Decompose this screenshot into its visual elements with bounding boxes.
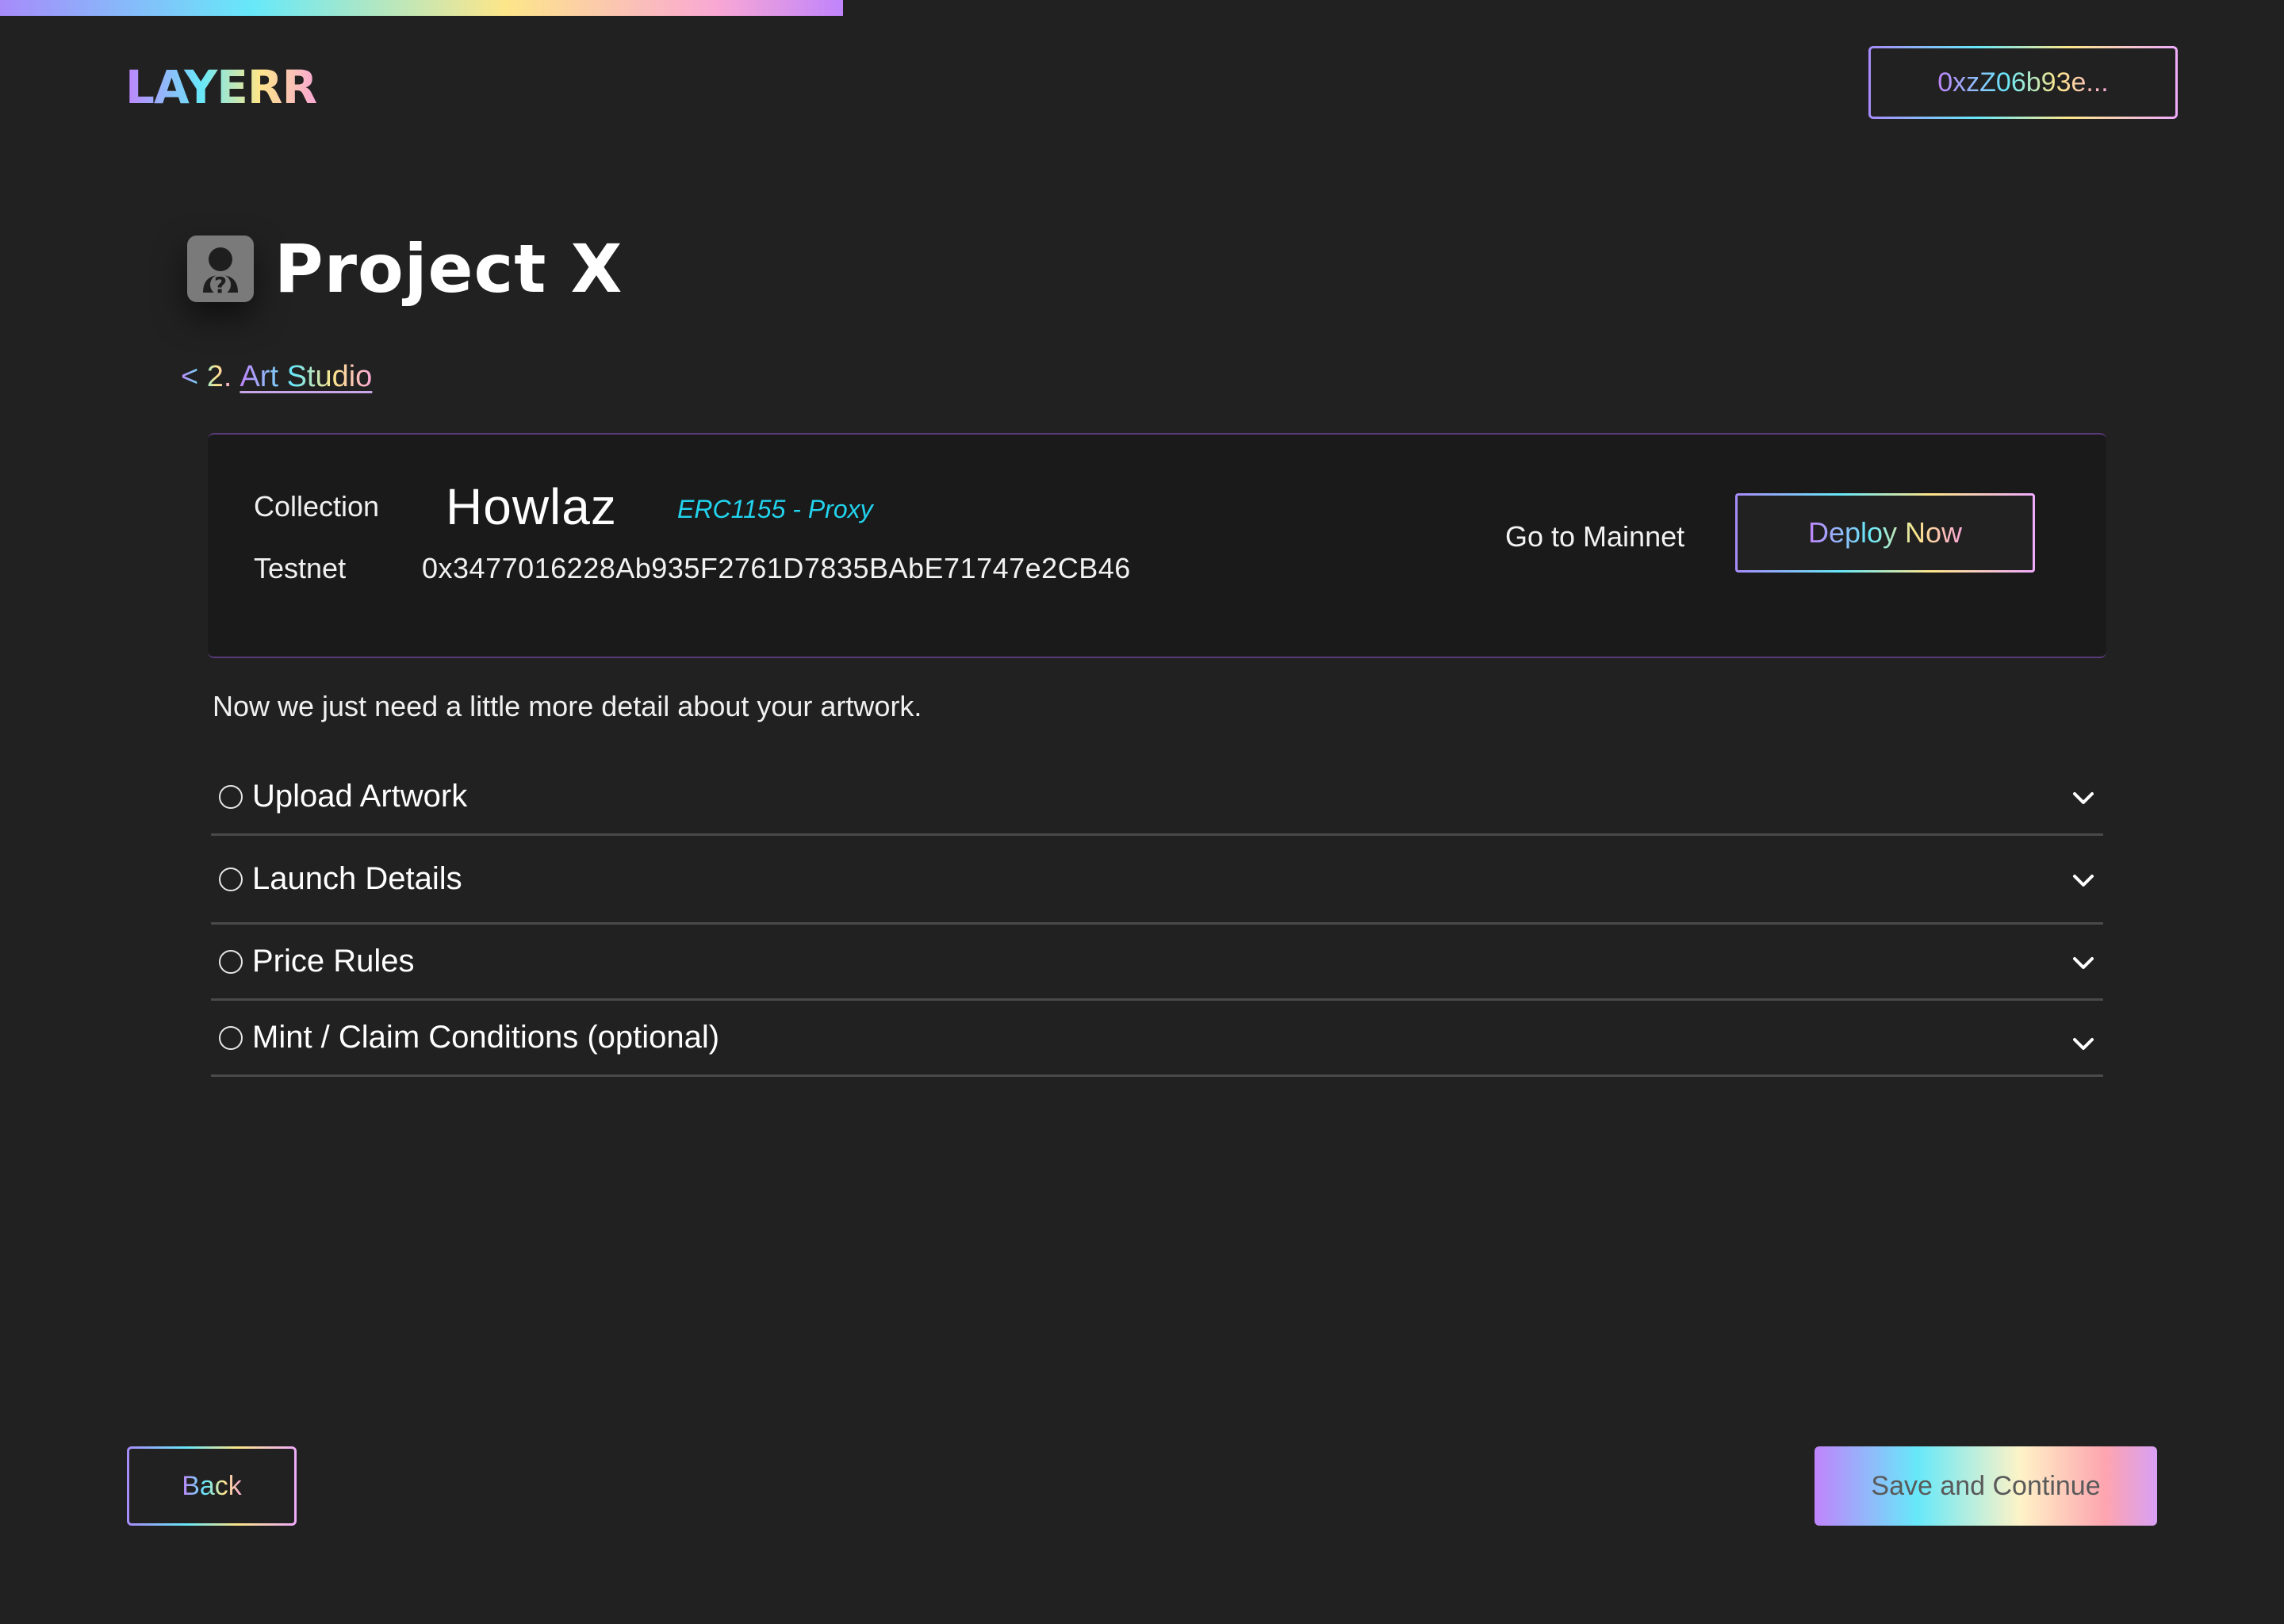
breadcrumb-prefix[interactable]: < 2. [181, 360, 232, 394]
deploy-now-label: Deploy Now [1807, 516, 1963, 549]
chevron-down-icon[interactable] [2070, 785, 2097, 812]
section-price-rules[interactable]: Price Rules [211, 925, 2103, 1001]
wallet-address-text: 0xzZ06b93e... [1937, 67, 2109, 98]
progress-bar-fill [0, 0, 843, 16]
project-header: ? Project X [187, 230, 623, 308]
section-upload-artwork[interactable]: Upload Artwork [211, 760, 2103, 836]
unknown-user-icon: ? [187, 236, 254, 302]
collection-card: Collection Howlaz ERC1155 - Proxy Testne… [208, 433, 2106, 658]
deploy-now-button[interactable]: Deploy Now [1735, 493, 2035, 573]
section-label: Mint / Claim Conditions (optional) [252, 1020, 720, 1055]
page: LAYERR 0xzZ06b93e... ? Project X < 2. Ar… [0, 0, 2284, 1624]
save-and-continue-button[interactable]: Save and Continue [1815, 1446, 2157, 1526]
breadcrumb-link-art-studio[interactable]: Art Studio [240, 360, 372, 394]
chevron-down-icon[interactable] [2070, 950, 2097, 977]
go-to-mainnet-label: Go to Mainnet [1505, 520, 1685, 553]
collection-name: Howlaz [446, 478, 617, 535]
contract-type: ERC1155 - Proxy [677, 495, 873, 523]
svg-text:?: ? [214, 272, 227, 297]
save-and-continue-label: Save and Continue [1871, 1470, 2101, 1501]
section-label: Launch Details [252, 861, 462, 896]
incomplete-circle-icon [219, 1025, 243, 1050]
back-button[interactable]: Back [127, 1446, 297, 1526]
network-label: Testnet [254, 552, 347, 584]
back-label: Back [182, 1470, 242, 1501]
section-label: Price Rules [252, 944, 415, 979]
project-title: Project X [274, 230, 623, 308]
incomplete-circle-icon [219, 867, 243, 891]
intro-text: Now we just need a little more detail ab… [213, 690, 922, 722]
incomplete-circle-icon [219, 949, 243, 974]
chevron-down-icon[interactable] [2070, 868, 2097, 894]
wallet-address-button[interactable]: 0xzZ06b93e... [1868, 46, 2178, 119]
layerr-logo[interactable]: LAYERR [125, 60, 317, 114]
breadcrumb: < 2. Art Studio [181, 360, 372, 394]
contract-address: 0x3477016228Ab935F2761D7835BAbE71747e2CB… [422, 552, 1131, 584]
section-mint-claim-conditions[interactable]: Mint / Claim Conditions (optional) [211, 1001, 2103, 1077]
section-launch-details[interactable]: Launch Details [211, 836, 2103, 925]
collection-label: Collection [254, 490, 380, 523]
incomplete-circle-icon [219, 784, 243, 809]
chevron-down-icon[interactable] [2070, 1031, 2097, 1058]
section-label: Upload Artwork [252, 779, 468, 814]
progress-bar [0, 0, 2284, 16]
artwork-sections: Upload Artwork Launch Details Price Rule… [211, 760, 2103, 1077]
